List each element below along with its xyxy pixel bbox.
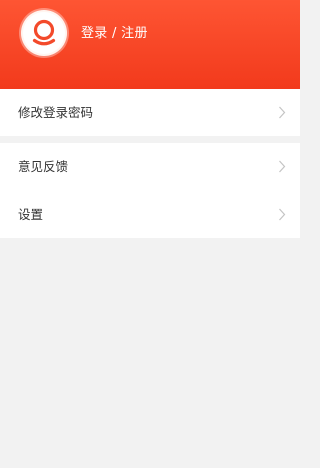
profile-header: 登录 / 注册	[0, 0, 300, 89]
feedback-row[interactable]: 意见反馈	[0, 143, 300, 190]
user-avatar-icon[interactable]	[21, 10, 67, 56]
login-register-link[interactable]: 登录 / 注册	[81, 25, 148, 42]
chevron-right-icon	[279, 106, 286, 119]
chevron-right-icon	[279, 160, 286, 173]
feedback-label: 意见反馈	[18, 159, 69, 174]
settings-row[interactable]: 设置	[0, 191, 300, 238]
menu-group-general: 意见反馈 设置	[0, 143, 300, 238]
settings-label: 设置	[18, 207, 44, 222]
change-password-label: 修改登录密码	[18, 105, 94, 120]
change-password-row[interactable]: 修改登录密码	[0, 89, 300, 136]
chevron-right-icon	[279, 208, 286, 221]
menu-group-account: 修改登录密码	[0, 89, 300, 136]
